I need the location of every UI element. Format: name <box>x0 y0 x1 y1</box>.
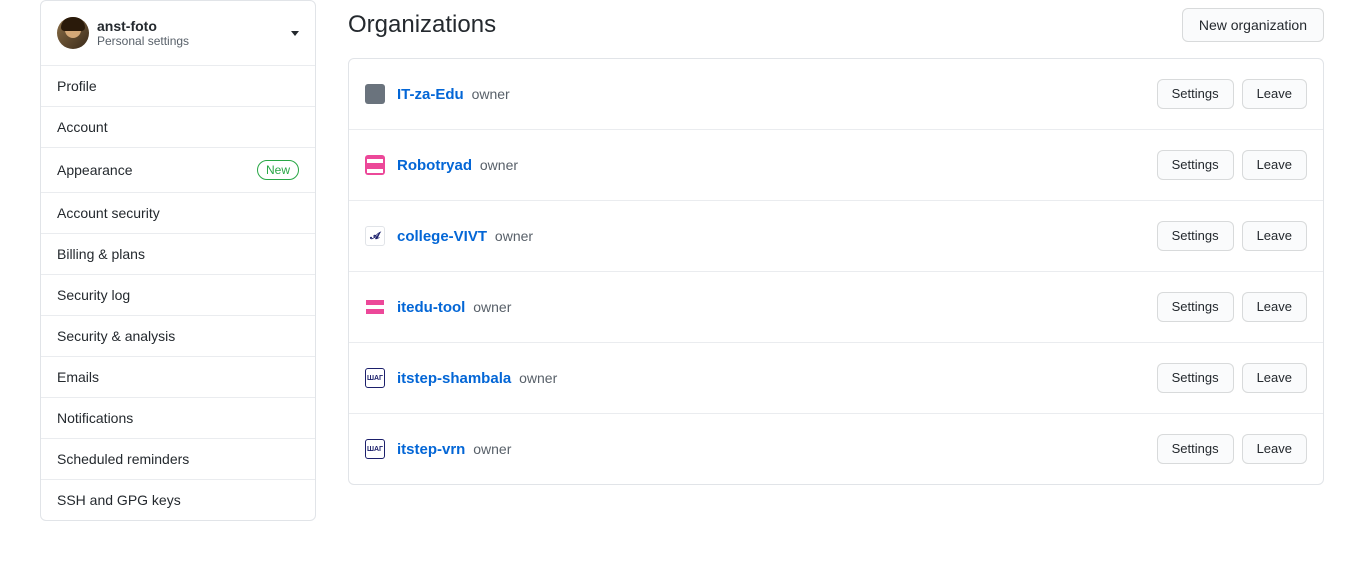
page-header: Organizations New organization <box>348 0 1324 42</box>
org-avatar-icon <box>365 155 385 175</box>
settings-button[interactable]: Settings <box>1157 434 1234 464</box>
org-link[interactable]: Robotryad <box>397 157 472 174</box>
leave-button[interactable]: Leave <box>1242 150 1307 180</box>
leave-button[interactable]: Leave <box>1242 363 1307 393</box>
leave-button[interactable]: Leave <box>1242 434 1307 464</box>
org-avatar-icon: 𝓐 <box>365 226 385 246</box>
org-actions: Settings Leave <box>1157 434 1307 464</box>
nav-label: Emails <box>57 369 99 385</box>
new-organization-button[interactable]: New organization <box>1182 8 1324 42</box>
org-row: IT-za-Edu owner Settings Leave <box>349 59 1323 130</box>
org-role: owner <box>473 441 511 457</box>
nav-item-emails[interactable]: Emails <box>41 356 315 397</box>
org-avatar-icon <box>365 84 385 104</box>
org-role: owner <box>495 228 533 244</box>
org-info: itstep-shambala owner <box>397 370 1157 387</box>
nav-label: Security & analysis <box>57 328 175 344</box>
caret-down-icon <box>291 31 299 36</box>
org-role: owner <box>519 370 557 386</box>
org-actions: Settings Leave <box>1157 292 1307 322</box>
page-title: Organizations <box>348 11 496 39</box>
nav-label: Account <box>57 119 108 135</box>
org-link[interactable]: college-VIVT <box>397 228 487 245</box>
org-role: owner <box>473 299 511 315</box>
nav-item-account-security[interactable]: Account security <box>41 192 315 233</box>
settings-sidebar: anst-foto Personal settings Profile Acco… <box>40 0 316 521</box>
user-subtitle: Personal settings <box>97 34 283 48</box>
nav-item-notifications[interactable]: Notifications <box>41 397 315 438</box>
org-row: ШАГ itstep-shambala owner Settings Leave <box>349 343 1323 414</box>
org-actions: Settings Leave <box>1157 221 1307 251</box>
username: anst-foto <box>97 18 283 34</box>
org-avatar-icon: ШАГ <box>365 439 385 459</box>
nav-label: Profile <box>57 78 97 94</box>
org-link[interactable]: itedu-tool <box>397 299 465 316</box>
nav-item-appearance[interactable]: Appearance New <box>41 147 315 192</box>
org-role: owner <box>472 86 510 102</box>
nav-item-security-analysis[interactable]: Security & analysis <box>41 315 315 356</box>
nav-item-ssh-gpg[interactable]: SSH and GPG keys <box>41 479 315 520</box>
nav-item-profile[interactable]: Profile <box>41 65 315 106</box>
nav-label: Account security <box>57 205 160 221</box>
nav-label: Security log <box>57 287 130 303</box>
leave-button[interactable]: Leave <box>1242 221 1307 251</box>
org-actions: Settings Leave <box>1157 150 1307 180</box>
settings-button[interactable]: Settings <box>1157 79 1234 109</box>
nav-item-billing[interactable]: Billing & plans <box>41 233 315 274</box>
org-info: itedu-tool owner <box>397 299 1157 316</box>
settings-button[interactable]: Settings <box>1157 221 1234 251</box>
user-info: anst-foto Personal settings <box>97 18 283 48</box>
org-actions: Settings Leave <box>1157 363 1307 393</box>
leave-button[interactable]: Leave <box>1242 292 1307 322</box>
settings-button[interactable]: Settings <box>1157 150 1234 180</box>
org-link[interactable]: itstep-vrn <box>397 441 465 458</box>
sidebar-box: anst-foto Personal settings Profile Acco… <box>40 0 316 521</box>
main-content: Organizations New organization IT-za-Edu… <box>348 0 1324 521</box>
avatar <box>57 17 89 49</box>
org-info: IT-za-Edu owner <box>397 86 1157 103</box>
settings-nav: Profile Account Appearance New Account s… <box>41 65 315 520</box>
nav-label: SSH and GPG keys <box>57 492 181 508</box>
new-badge: New <box>257 160 299 180</box>
org-info: Robotryad owner <box>397 157 1157 174</box>
nav-item-account[interactable]: Account <box>41 106 315 147</box>
org-role: owner <box>480 157 518 173</box>
org-actions: Settings Leave <box>1157 79 1307 109</box>
leave-button[interactable]: Leave <box>1242 79 1307 109</box>
settings-button[interactable]: Settings <box>1157 292 1234 322</box>
org-avatar-icon: ШАГ <box>365 368 385 388</box>
org-info: college-VIVT owner <box>397 228 1157 245</box>
user-context-switcher[interactable]: anst-foto Personal settings <box>41 1 315 65</box>
nav-label: Scheduled reminders <box>57 451 189 467</box>
org-info: itstep-vrn owner <box>397 441 1157 458</box>
organization-list: IT-za-Edu owner Settings Leave Robotryad… <box>348 58 1324 485</box>
org-row: itedu-tool owner Settings Leave <box>349 272 1323 343</box>
org-row: ШАГ itstep-vrn owner Settings Leave <box>349 414 1323 484</box>
settings-button[interactable]: Settings <box>1157 363 1234 393</box>
nav-label: Billing & plans <box>57 246 145 262</box>
org-link[interactable]: IT-za-Edu <box>397 86 464 103</box>
nav-label: Notifications <box>57 410 133 426</box>
org-link[interactable]: itstep-shambala <box>397 370 511 387</box>
org-avatar-icon <box>365 297 385 317</box>
org-row: 𝓐 college-VIVT owner Settings Leave <box>349 201 1323 272</box>
nav-label: Appearance <box>57 162 133 178</box>
nav-item-security-log[interactable]: Security log <box>41 274 315 315</box>
nav-item-scheduled-reminders[interactable]: Scheduled reminders <box>41 438 315 479</box>
org-row: Robotryad owner Settings Leave <box>349 130 1323 201</box>
